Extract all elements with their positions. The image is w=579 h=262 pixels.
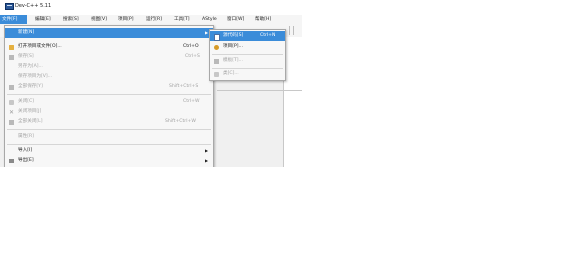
menu-item-label: 类[C]... (223, 71, 239, 76)
open-folder-icon (9, 44, 14, 50)
file-menu-export[interactable]: 导出[E] ▶ (5, 156, 213, 166)
file-menu-properties[interactable]: 属性[R] (5, 132, 213, 142)
file-menu-close-all[interactable]: 全部关闭[L] Shift+Ctrl+W (5, 117, 213, 127)
menu-item-label: 源代码[S] (223, 33, 244, 38)
menu-item-label: 全部保存[Y] (18, 84, 43, 89)
menu-view[interactable]: 视图[V] (89, 15, 109, 24)
toolbar-separator (293, 26, 294, 35)
menu-item-shortcut: Ctrl+W (183, 99, 200, 104)
menu-item-label: 打开项目或文件[O]... (18, 44, 62, 49)
menu-item-label: 模板[T]... (223, 58, 243, 63)
menu-separator (7, 129, 211, 130)
submenu-arrow-icon: ▶ (205, 158, 209, 163)
new-template[interactable]: 模板[T]... (210, 56, 285, 66)
close-all-icon (9, 119, 14, 125)
new-project[interactable]: 项目[P]... (210, 42, 285, 52)
file-menu-save-as[interactable]: 另存为[A]... (5, 62, 213, 72)
menu-item-label: 保存项目为[V]... (18, 74, 53, 79)
menu-tools[interactable]: 工具[T] (172, 15, 192, 24)
menu-file[interactable]: 文件[F] (0, 15, 27, 24)
close-file-icon (9, 99, 14, 105)
template-icon (214, 58, 219, 64)
file-menu-save-all[interactable]: 全部保存[Y] Shift+Ctrl+S (5, 82, 213, 92)
file-menu-open[interactable]: 打开项目或文件[O]... Ctrl+O (5, 42, 213, 52)
new-class[interactable]: 类[C]... (210, 69, 285, 79)
new-source-file[interactable]: 源代码[S] Ctrl+N (210, 31, 285, 41)
menu-item-shortcut: Shift+Ctrl+W (165, 119, 196, 124)
menu-astyle[interactable]: AStyle (200, 15, 219, 24)
submenu-arrow-icon: ▶ (205, 30, 209, 35)
menu-item-label: 关闭项目[J] (18, 109, 42, 114)
menu-item-shortcut: Ctrl+N (260, 33, 276, 38)
menu-item-shortcut: Ctrl+S (185, 54, 200, 59)
file-menu-import[interactable]: 导入[I] ▶ (5, 146, 213, 156)
menu-item-label: 导入[I] (18, 148, 33, 153)
file-menu-close-project[interactable]: ✕ 关闭项目[J] (5, 107, 213, 117)
menu-item-label: 关闭[C] (18, 99, 34, 104)
submenu-arrow-icon: ▶ (205, 148, 209, 153)
menu-item-shortcut: Shift+Ctrl+S (169, 84, 199, 89)
devcpp-app-icon (5, 3, 14, 10)
file-menu: 新建[N] ▶ 打开项目或文件[O]... Ctrl+O 保存[S] Ctrl+… (4, 25, 214, 167)
file-menu-save-project-as[interactable]: 保存项目为[V]... (5, 72, 213, 82)
file-menu-new[interactable]: 新建[N] ▶ (5, 28, 213, 38)
panel-divider (217, 90, 302, 91)
menu-separator (212, 54, 283, 55)
menu-item-label: 全部关闭[L] (18, 119, 43, 124)
menu-search[interactable]: 搜索[S] (61, 15, 81, 24)
menu-help[interactable]: 帮助[H] (253, 15, 273, 24)
title-bar: Dev-C++ 5.11 (0, 0, 302, 11)
menu-item-label: 导出[E] (18, 158, 34, 163)
menu-item-label: 另存为[A]... (18, 64, 43, 69)
menu-item-label: 新建[N] (18, 30, 35, 35)
menu-item-label: 项目[P]... (223, 44, 243, 49)
new-submenu: 源代码[S] Ctrl+N 项目[P]... 模板[T]... 类[C]... (209, 29, 286, 81)
window-title: Dev-C++ 5.11 (15, 2, 52, 9)
menu-edit[interactable]: 编辑[E] (33, 15, 53, 24)
menu-separator (7, 144, 211, 145)
save-all-icon (9, 84, 14, 90)
source-file-icon (214, 33, 220, 41)
app-window: Dev-C++ 5.11 文件[F] 编辑[E] 搜索[S] 视图[V] 项目[… (0, 0, 302, 167)
menu-item-label: 属性[R] (18, 134, 34, 139)
menu-window[interactable]: 窗口[W] (225, 15, 246, 24)
menu-project[interactable]: 项目[P] (116, 15, 136, 24)
class-icon (214, 71, 219, 77)
menu-item-label: 保存[S] (18, 54, 34, 59)
close-project-icon: ✕ (8, 108, 15, 116)
menu-item-shortcut: Ctrl+O (183, 44, 199, 49)
file-menu-save[interactable]: 保存[S] Ctrl+S (5, 52, 213, 62)
project-icon (214, 44, 219, 50)
toolbar-separator (289, 26, 290, 35)
file-menu-close[interactable]: 关闭[C] Ctrl+W (5, 97, 213, 107)
menu-run[interactable]: 运行[R] (144, 15, 164, 24)
save-icon (9, 54, 14, 60)
menu-separator (7, 94, 211, 95)
export-icon (9, 159, 14, 163)
